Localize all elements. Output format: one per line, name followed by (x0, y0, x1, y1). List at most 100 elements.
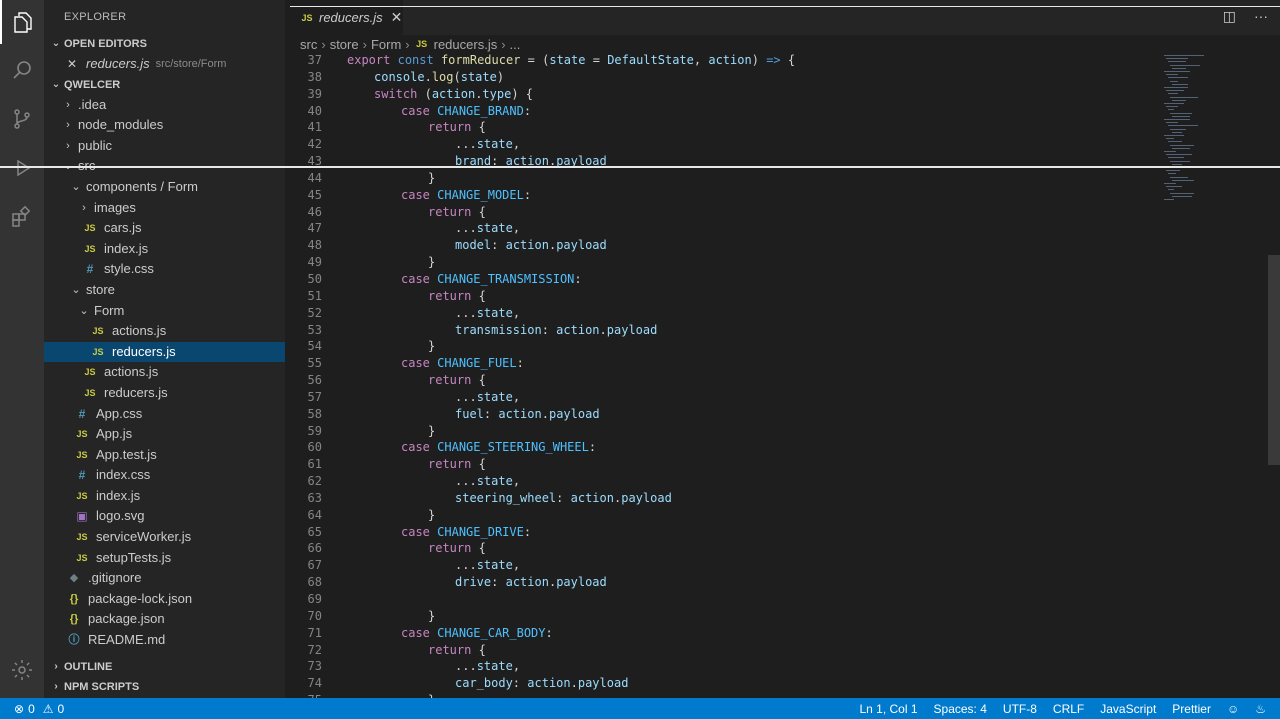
minimap-line (1172, 67, 1186, 69)
code-editor[interactable]: 37 export const formReducer = (state = De… (285, 53, 1280, 698)
tree-item-label: node_modules (78, 117, 164, 133)
tree-file[interactable]: JS actions.js (44, 362, 285, 383)
tree-file[interactable]: # index.css (44, 465, 285, 486)
tree-folder[interactable]: › images (44, 198, 285, 219)
run-debug-icon[interactable] (0, 146, 44, 190)
open-editor-item[interactable]: ✕ reducers.js src/store/Form (44, 54, 285, 75)
search-icon[interactable] (0, 48, 44, 92)
extensions-icon[interactable] (0, 195, 44, 239)
minimap-line (1166, 58, 1188, 60)
encoding[interactable]: UTF-8 (1003, 702, 1037, 716)
tree-folder[interactable]: › node_modules (44, 115, 285, 136)
error-count: 0 (28, 701, 35, 716)
minimap[interactable] (1160, 53, 1270, 213)
tree-file[interactable]: JS setupTests.js (44, 548, 285, 569)
line-number: 63 (307, 490, 322, 505)
chevron-down-icon: ⌄ (71, 180, 81, 193)
code-line: 70} (285, 608, 795, 625)
formatter[interactable]: Prettier (1172, 702, 1211, 716)
indentation[interactable]: Spaces: 4 (934, 702, 987, 716)
minimap-line (1164, 103, 1184, 104)
feedback-icon[interactable]: ☺ (1227, 702, 1239, 716)
chevron-right-icon: › (362, 36, 367, 52)
breadcrumb-item[interactable]: store (330, 37, 359, 52)
minimap-line (1172, 163, 1182, 165)
code-text: return { (428, 204, 486, 219)
warning-count: 0 (57, 701, 65, 716)
close-icon[interactable]: ✕ (64, 54, 80, 75)
code-line: 42 ...state, (285, 136, 795, 153)
breadcrumb-item[interactable]: ... (510, 37, 521, 52)
tree-file[interactable]: JS index.js (44, 239, 285, 260)
split-editor-icon[interactable]: ◫ (1223, 8, 1236, 25)
json-file-icon: {} (69, 592, 79, 605)
source-control-icon[interactable] (0, 97, 44, 141)
minimap-line (1170, 144, 1194, 146)
tree-file[interactable]: JS cars.js (44, 218, 285, 239)
code-line: 57 ...state, (285, 389, 795, 406)
tree-file[interactable]: JS App.test.js (44, 445, 285, 466)
code-text: car_body: action.payload (455, 676, 629, 691)
tree-file[interactable]: ⓘ README.md (44, 630, 285, 651)
js-file-icon: JS (76, 449, 88, 460)
js-file-icon: JS (84, 387, 96, 398)
tree-folder[interactable]: › .idea (44, 95, 285, 116)
code-line: 44} (285, 170, 795, 187)
tree-file[interactable]: # App.css (44, 404, 285, 425)
language-mode[interactable]: JavaScript (1100, 702, 1156, 716)
tree-folder[interactable]: ⌄ store (44, 280, 285, 301)
tree-file[interactable]: {} package-lock.json (44, 589, 285, 610)
minimap-line (1172, 131, 1182, 133)
open-editors-header[interactable]: ⌄ OPEN EDITORS (44, 34, 285, 54)
tree-item-label: .idea (78, 96, 107, 112)
explorer-sidebar: EXPLORER ⌄ OPEN EDITORS ✕ reducers.js sr… (44, 0, 285, 698)
project-header[interactable]: ⌄ QWELCER (44, 75, 285, 95)
tree-file[interactable]: JS reducers.js (44, 383, 285, 404)
code-line: 69 (285, 591, 795, 608)
tree-file[interactable]: ▣ logo.svg (44, 506, 285, 527)
more-actions-icon[interactable]: ··· (1254, 8, 1268, 25)
tree-file[interactable]: JS actions.js (44, 321, 285, 342)
line-number: 71 (307, 625, 322, 640)
code-text: return { (428, 541, 486, 556)
breadcrumb-item[interactable]: Form (371, 37, 401, 52)
tree-folder[interactable]: ⌄ Form (44, 301, 285, 322)
breadcrumb-item[interactable]: src (300, 37, 317, 52)
minimap-line (1168, 141, 1182, 143)
js-file-icon: JS (84, 243, 96, 254)
js-file-icon: JS (416, 39, 428, 49)
explorer-icon[interactable] (0, 0, 44, 44)
line-number: 50 (307, 271, 322, 286)
tree-file[interactable]: JS reducers.js (44, 341, 285, 363)
outline-header[interactable]: › OUTLINE (44, 657, 285, 677)
close-icon[interactable]: ✕ (391, 9, 403, 26)
code-text: drive: action.payload (455, 575, 607, 590)
code-line: 53 transmission: action.payload (285, 322, 795, 339)
tree-file[interactable]: # style.css (44, 259, 285, 280)
tree-file[interactable]: JS serviceWorker.js (44, 527, 285, 548)
code-text: export const formReducer = (state = Defa… (347, 53, 796, 67)
tree-item-label: logo.svg (96, 508, 145, 524)
cursor-position[interactable]: Ln 1, Col 1 (859, 702, 917, 716)
tree-file[interactable]: JS App.js (44, 424, 285, 445)
chevron-right-icon: › (501, 36, 506, 52)
tree-folder[interactable]: ⌄ components / Form (44, 177, 285, 198)
line-ending[interactable]: CRLF (1053, 702, 1084, 716)
scrollbar-thumb[interactable] (1268, 255, 1280, 465)
minimap-line (1168, 125, 1198, 127)
chevron-down-icon: ⌄ (79, 304, 89, 317)
npm-scripts-header[interactable]: › NPM SCRIPTS (44, 677, 285, 697)
code-line: 67 ...state, (285, 557, 795, 574)
notifications-bell-icon[interactable]: ♨ (1255, 702, 1266, 716)
tree-file[interactable]: JS index.js (44, 486, 285, 507)
breadcrumb-item[interactable]: reducers.js (434, 37, 498, 52)
code-line: 72 return { (285, 642, 795, 659)
svg-file-icon: ▣ (76, 509, 88, 524)
tree-file[interactable]: {} package.json (44, 609, 285, 630)
tree-file[interactable]: ◆ .gitignore (44, 568, 285, 589)
line-number: 65 (307, 524, 322, 539)
problems-indicator[interactable]: ⊗ 0 ⚠ 0 (14, 698, 64, 719)
tree-folder[interactable]: › public (44, 136, 285, 157)
settings-gear-icon[interactable] (0, 648, 44, 692)
chevron-down-icon: ⌄ (51, 78, 61, 90)
